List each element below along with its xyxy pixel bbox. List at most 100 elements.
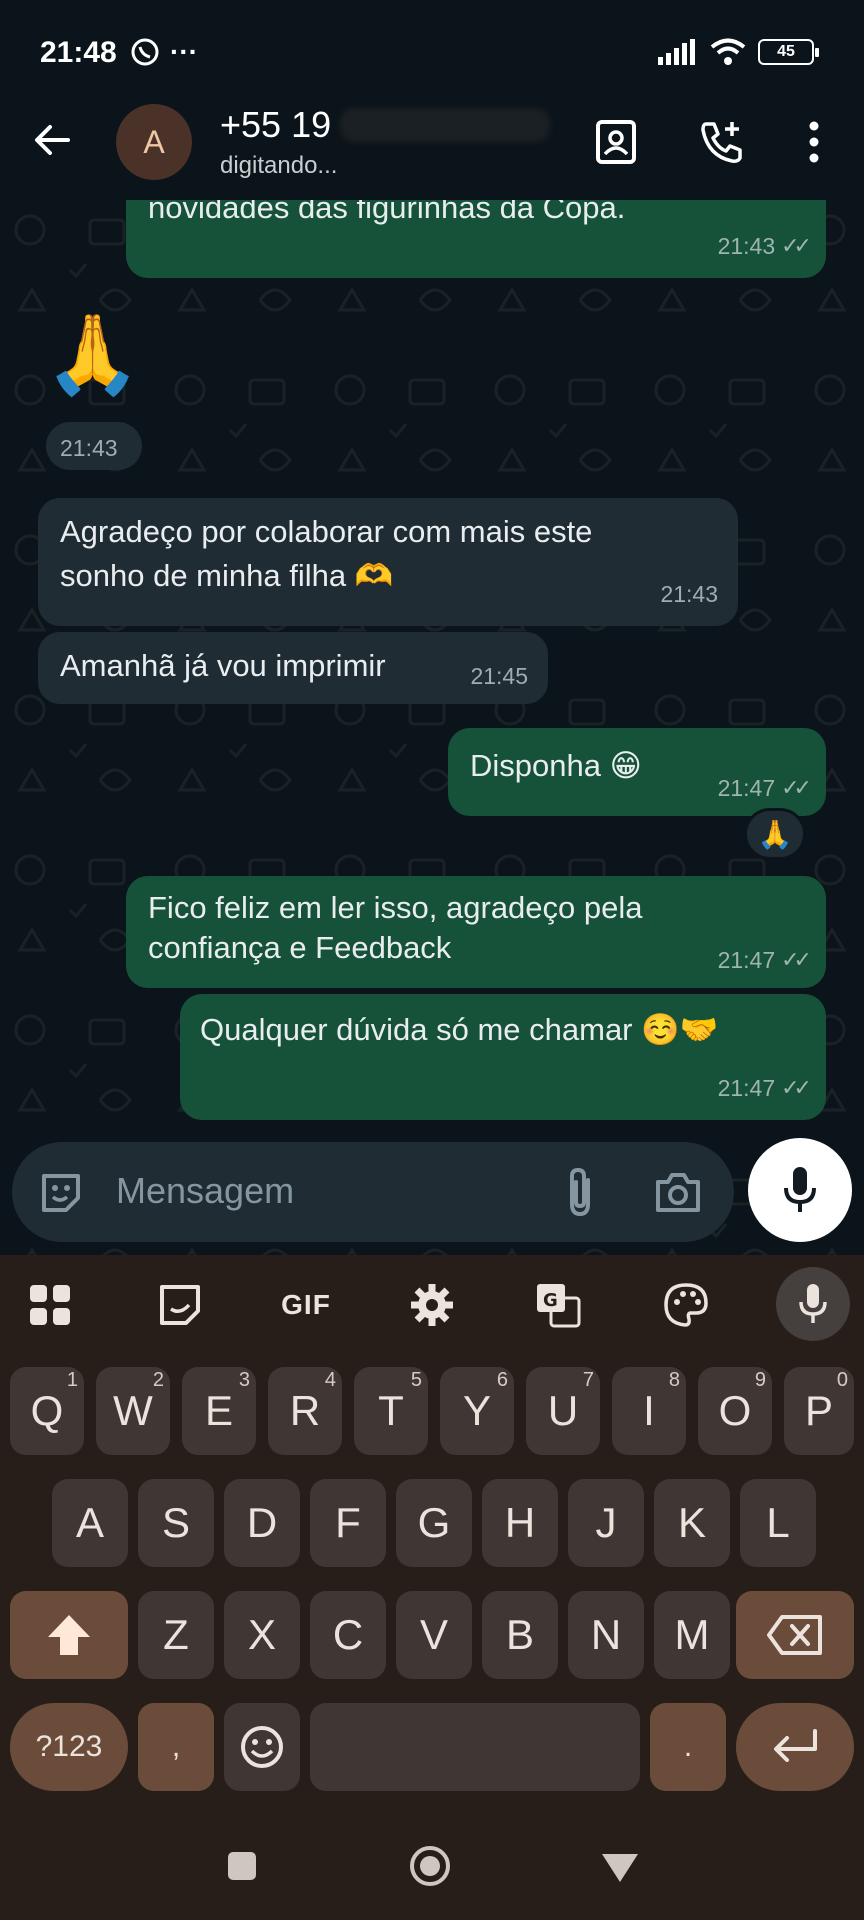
battery-indicator: 45 xyxy=(758,39,819,65)
message-composer[interactable]: Mensagem xyxy=(12,1142,734,1242)
key-n[interactable]: N xyxy=(568,1591,644,1679)
key-q[interactable]: Q1 xyxy=(10,1367,84,1455)
camera-icon[interactable] xyxy=(654,1170,702,1214)
key-g[interactable]: G xyxy=(396,1479,472,1567)
home-icon[interactable] xyxy=(408,1844,452,1888)
message-time: 21:47 xyxy=(717,1075,776,1101)
signal-icon xyxy=(658,39,695,65)
read-receipt-icon: ✓✓ xyxy=(781,775,812,800)
add-call-icon[interactable] xyxy=(694,114,750,170)
message-bubble-outgoing[interactable]: novidades das figurinhas da Copa. 21:43 … xyxy=(126,200,826,278)
recents-icon[interactable] xyxy=(226,1850,258,1882)
comma-key[interactable]: , xyxy=(138,1703,214,1791)
whatsapp-icon xyxy=(131,38,159,66)
apps-grid-icon[interactable] xyxy=(22,1277,78,1333)
key-hint: 0 xyxy=(836,1369,848,1391)
period-key[interactable]: . xyxy=(650,1703,726,1791)
wifi-icon xyxy=(710,38,746,65)
read-receipt-icon: ✓✓ xyxy=(781,233,812,258)
attach-icon[interactable] xyxy=(560,1166,600,1218)
message-time: 21:43 xyxy=(660,581,718,607)
more-vert-icon[interactable] xyxy=(786,114,842,170)
key-r[interactable]: R4 xyxy=(268,1367,342,1455)
message-text: Amanhã já vou imprimir xyxy=(60,648,386,683)
key-m[interactable]: M xyxy=(654,1591,730,1679)
message-bubble-incoming[interactable]: Amanhã já vou imprimir 21:45 xyxy=(38,632,548,704)
key-b[interactable]: B xyxy=(482,1591,558,1679)
key-label: I xyxy=(643,1387,655,1434)
voice-record-button[interactable] xyxy=(748,1138,852,1242)
message-text-line1: Fico feliz em ler isso, agradeço pela xyxy=(148,890,643,925)
back-triangle-icon[interactable] xyxy=(600,1852,640,1884)
sticker-keyboard-icon[interactable] xyxy=(152,1277,208,1333)
message-text: novidades das figurinhas da Copa. xyxy=(148,200,626,225)
key-label: O xyxy=(718,1387,752,1434)
sticker-icon[interactable] xyxy=(38,1170,84,1216)
shift-icon xyxy=(48,1615,90,1655)
message-text-line1: Agradeço por colaborar com mais este xyxy=(60,514,593,549)
svg-text:G: G xyxy=(543,1290,558,1311)
palette-icon[interactable] xyxy=(658,1277,714,1333)
key-hint: 3 xyxy=(238,1369,250,1391)
emoji-time-chip: 21:43 xyxy=(46,422,142,470)
back-arrow-icon[interactable] xyxy=(30,118,74,162)
system-nav-bar xyxy=(0,1810,864,1920)
key-s[interactable]: S xyxy=(138,1479,214,1567)
key-a[interactable]: A xyxy=(52,1479,128,1567)
key-hint: 7 xyxy=(582,1369,594,1391)
message-bubble-outgoing[interactable]: Disponha 😁 21:47 ✓✓ xyxy=(448,728,826,816)
translate-icon[interactable]: G xyxy=(530,1277,586,1333)
enter-key[interactable] xyxy=(736,1703,854,1791)
emoji-message[interactable]: 🙏 xyxy=(44,304,141,404)
message-input[interactable]: Mensagem xyxy=(116,1170,294,1212)
contact-status: digitando... xyxy=(220,152,338,179)
contact-card-icon[interactable] xyxy=(588,114,644,170)
key-z[interactable]: Z xyxy=(138,1591,214,1679)
key-y[interactable]: Y6 xyxy=(440,1367,514,1455)
key-k[interactable]: K xyxy=(654,1479,730,1567)
key-o[interactable]: O9 xyxy=(698,1367,772,1455)
symbols-key[interactable]: ?123 xyxy=(10,1703,128,1791)
key-w[interactable]: W2 xyxy=(96,1367,170,1455)
key-e[interactable]: E3 xyxy=(182,1367,256,1455)
shift-key[interactable] xyxy=(10,1591,128,1679)
key-hint: 6 xyxy=(496,1369,508,1391)
voice-typing-button[interactable] xyxy=(776,1267,850,1341)
key-u[interactable]: U7 xyxy=(526,1367,600,1455)
read-receipt-icon: ✓✓ xyxy=(781,1075,812,1100)
emoji-key[interactable] xyxy=(224,1703,300,1791)
redacted-number xyxy=(340,108,550,142)
key-p[interactable]: P0 xyxy=(784,1367,854,1455)
backspace-icon xyxy=(767,1615,822,1655)
key-v[interactable]: V xyxy=(396,1591,472,1679)
contact-avatar[interactable]: A xyxy=(116,104,192,180)
backspace-key[interactable] xyxy=(736,1591,854,1679)
message-text: Disponha 😁 xyxy=(470,748,642,783)
space-bar[interactable] xyxy=(310,1703,640,1791)
settings-gear-icon[interactable] xyxy=(404,1277,460,1333)
message-bubble-outgoing[interactable]: Qualquer dúvida só me chamar ☺️🤝 21:47 ✓… xyxy=(180,994,826,1120)
key-h[interactable]: H xyxy=(482,1479,558,1567)
message-time: 21:43 xyxy=(60,435,118,461)
key-i[interactable]: I8 xyxy=(612,1367,686,1455)
contact-name[interactable]: +55 19 xyxy=(220,104,331,146)
key-c[interactable]: C xyxy=(310,1591,386,1679)
gif-icon[interactable]: GIF xyxy=(276,1277,336,1333)
key-j[interactable]: J xyxy=(568,1479,644,1567)
key-x[interactable]: X xyxy=(224,1591,300,1679)
message-text: Qualquer dúvida só me chamar ☺️🤝 xyxy=(200,1012,719,1047)
key-label: U xyxy=(547,1387,579,1434)
mic-icon xyxy=(784,1167,816,1212)
message-bubble-outgoing[interactable]: Fico feliz em ler isso, agradeço pela co… xyxy=(126,876,826,988)
key-hint: 1 xyxy=(66,1369,78,1391)
message-bubble-incoming[interactable]: Agradeço por colaborar com mais este son… xyxy=(38,498,738,626)
key-hint: 4 xyxy=(324,1369,336,1391)
key-f[interactable]: F xyxy=(310,1479,386,1567)
read-receipt-icon: ✓✓ xyxy=(781,947,812,972)
message-text-line2: confiança e Feedback xyxy=(148,930,452,965)
reaction-chip[interactable]: 🙏 xyxy=(744,808,806,860)
key-l[interactable]: L xyxy=(740,1479,816,1567)
message-list[interactable]: novidades das figurinhas da Copa. 21:43 … xyxy=(0,200,864,1255)
key-d[interactable]: D xyxy=(224,1479,300,1567)
key-t[interactable]: T5 xyxy=(354,1367,428,1455)
